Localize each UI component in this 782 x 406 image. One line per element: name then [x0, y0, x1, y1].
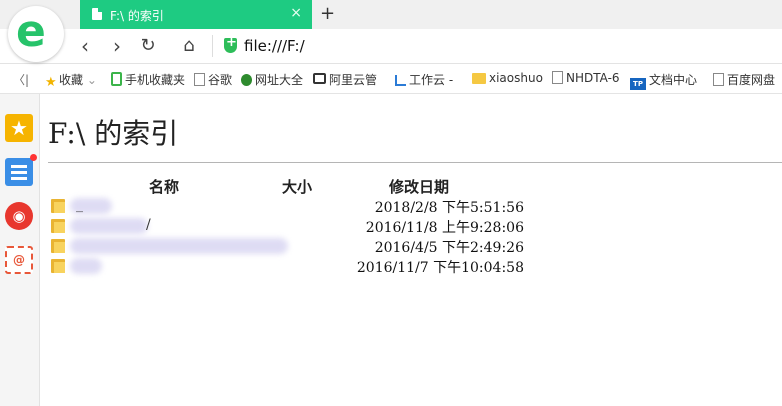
- page-icon: [552, 71, 563, 84]
- address-input[interactable]: file:///F:/: [244, 37, 305, 55]
- bookmark-url-directory[interactable]: 网址大全: [241, 71, 303, 88]
- bookmark-nhdta[interactable]: NHDTA-6: [552, 71, 620, 85]
- table-row[interactable]: / 2016/11/8 上午9:28:06: [40, 217, 782, 237]
- weibo-icon[interactable]: ◉: [5, 202, 33, 230]
- redacted-name: [70, 258, 102, 274]
- column-header-size[interactable]: 大小: [282, 176, 312, 197]
- tp-icon: TP: [630, 78, 646, 90]
- logo-e-icon: e: [16, 6, 46, 57]
- file-name-link[interactable]: /: [146, 217, 151, 233]
- tab-title: F:\ 的索引: [110, 9, 164, 23]
- redacted-name: [70, 218, 148, 234]
- folder-icon: [51, 239, 65, 253]
- directory-index: F:\ 的索引 名称 大小 修改日期 _ 2018/2/8 下午5:51:56 …: [40, 94, 782, 406]
- tab-close-icon[interactable]: ×: [290, 5, 302, 21]
- modified-date: 2016/4/5 下午2:49:26: [374, 240, 524, 256]
- bookmarks-collapse-icon[interactable]: 〈|: [13, 71, 29, 88]
- page-icon: [92, 8, 102, 20]
- bookmark-aliyun[interactable]: 阿里云管: [313, 71, 377, 88]
- reload-icon[interactable]: ↻: [136, 34, 160, 58]
- globe-icon: [241, 74, 252, 86]
- new-tab-icon[interactable]: +: [320, 3, 335, 24]
- tab-active[interactable]: F:\ 的索引 ×: [80, 0, 312, 29]
- mail-icon[interactable]: @: [5, 246, 33, 274]
- left-sidebar: ★ ◉ @: [0, 94, 40, 406]
- page-icon: [194, 73, 205, 86]
- chevron-down-icon: ⌄: [86, 73, 97, 87]
- bookmark-baidu-pan[interactable]: 百度网盘: [713, 71, 775, 88]
- redacted-name: [70, 238, 288, 254]
- page-icon: [713, 73, 724, 86]
- bookmark-label: 文档中心: [649, 73, 698, 87]
- bookmark-doc-center[interactable]: TP 文档中心: [630, 71, 697, 90]
- table-row[interactable]: _ 2018/2/8 下午5:51:56: [40, 197, 782, 217]
- security-shield-icon[interactable]: [224, 35, 237, 53]
- bookmark-mobile[interactable]: 手机收藏夹: [111, 71, 185, 88]
- bookmark-label: NHDTA-6: [566, 71, 620, 85]
- divider: [48, 162, 782, 163]
- bookmark-label: 工作云 -: [409, 73, 454, 87]
- browser-logo[interactable]: e: [8, 6, 64, 62]
- bookmark-google[interactable]: 谷歌: [194, 71, 232, 88]
- star-icon: ★: [45, 75, 57, 90]
- page-title: F:\ 的索引: [48, 117, 179, 150]
- modified-date: 2018/2/8 下午5:51:56: [374, 200, 524, 216]
- modified-date: 2016/11/7 下午10:04:58: [356, 260, 524, 276]
- bookmark-label: 百度网盘: [727, 73, 776, 87]
- modified-date: 2016/11/8 上午9:28:06: [365, 220, 524, 236]
- home-icon[interactable]: ⌂: [177, 34, 201, 58]
- favorites-star-icon[interactable]: ★: [5, 114, 33, 142]
- bookmark-label: xiaoshuo: [489, 71, 543, 85]
- forward-icon[interactable]: ›: [105, 34, 129, 58]
- bookmark-work-cloud[interactable]: 工作云 -: [395, 71, 453, 88]
- table-row[interactable]: 2016/4/5 下午2:49:26: [40, 237, 782, 257]
- divider: [212, 35, 213, 57]
- bookmark-label: 网址大全: [255, 73, 304, 87]
- bookmark-label: 收藏: [59, 73, 84, 87]
- folder-icon: [51, 199, 65, 213]
- folder-icon: [472, 73, 486, 84]
- table-row[interactable]: 2016/11/7 下午10:04:58: [40, 257, 782, 277]
- phone-icon: [111, 72, 122, 86]
- back-icon[interactable]: ‹: [73, 34, 97, 58]
- bookmark-label: 阿里云管: [329, 73, 378, 87]
- bookmark-label: 谷歌: [208, 73, 233, 87]
- file-name-link[interactable]: _: [76, 197, 83, 213]
- bookmark-xiaoshuo[interactable]: xiaoshuo: [472, 71, 543, 85]
- bookmark-label: 手机收藏夹: [125, 73, 186, 87]
- notification-dot: [30, 154, 37, 161]
- chart-icon: [395, 75, 406, 86]
- news-icon[interactable]: [5, 154, 37, 186]
- navigation-bar: ‹ › ↻ ⌂ file:///F:/: [0, 29, 782, 64]
- folder-icon: [51, 219, 65, 233]
- folder-icon: [51, 259, 65, 273]
- column-header-name[interactable]: 名称: [149, 176, 179, 197]
- aliyun-icon: [313, 73, 326, 84]
- bookmarks-bar: 〈| ★ 收藏 ⌄ 手机收藏夹 谷歌 网址大全 阿里云管 工作云 - xiaosh…: [0, 64, 782, 94]
- tab-strip: F:\ 的索引 × +: [0, 0, 782, 29]
- bookmark-favorites[interactable]: ★ 收藏 ⌄: [45, 71, 97, 90]
- column-header-date[interactable]: 修改日期: [389, 176, 449, 197]
